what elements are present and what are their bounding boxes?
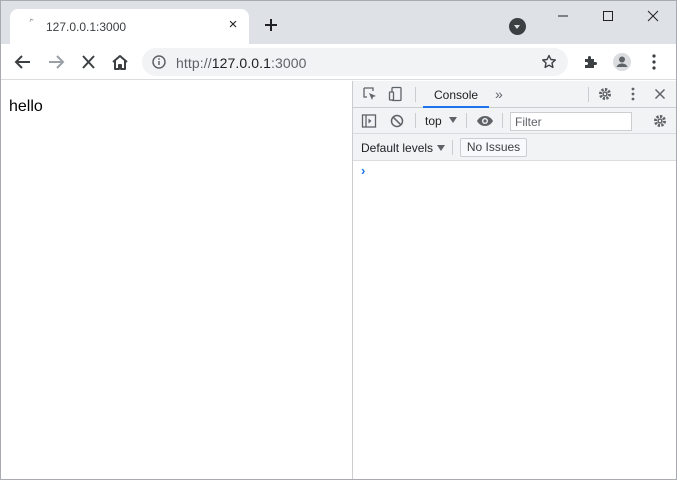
devtools-panel: Console » top Filter Default levels No I…	[352, 81, 676, 479]
extensions-icon[interactable]	[579, 51, 603, 73]
url-host: 127.0.0.1	[211, 55, 272, 71]
menu-kebab-icon[interactable]	[642, 51, 666, 73]
console-filter[interactable]	[510, 112, 632, 131]
divider	[415, 87, 416, 102]
page-viewport: hello	[1, 81, 352, 479]
console-prompt-icon: ›	[361, 163, 366, 178]
console-levels-bar: Default levels No Issues	[353, 134, 676, 161]
window-close-icon[interactable]	[631, 1, 675, 31]
settings-gear-icon[interactable]	[597, 86, 613, 102]
filter-input[interactable]	[511, 113, 629, 130]
stop-loading-icon[interactable]	[76, 51, 100, 73]
url-port: :3000	[271, 55, 307, 71]
bookmark-star-icon[interactable]	[540, 53, 558, 71]
url-scheme: http://	[176, 55, 212, 71]
console-output[interactable]: ›	[353, 161, 676, 479]
back-icon[interactable]	[11, 51, 35, 73]
levels-dropdown-arrow-icon[interactable]	[437, 145, 445, 151]
address-bar[interactable]: http://127.0.0.1:3000	[142, 48, 568, 76]
device-toolbar-icon[interactable]	[388, 86, 404, 102]
live-expression-eye-icon[interactable]	[476, 113, 493, 129]
tab-strip: 127.0.0.1:3000 ×	[1, 1, 676, 44]
maximize-icon[interactable]	[586, 1, 630, 31]
context-select[interactable]: top	[425, 114, 442, 128]
divider	[415, 113, 416, 128]
site-info-icon[interactable]	[152, 55, 166, 69]
tab-active[interactable]: 127.0.0.1:3000 ×	[10, 9, 249, 44]
divider	[466, 113, 467, 128]
home-icon[interactable]	[108, 51, 132, 73]
log-levels-select[interactable]: Default levels	[361, 141, 433, 155]
browser-window: 127.0.0.1:3000 × http://127.0.0.1:3000 h…	[0, 0, 677, 480]
forward-icon[interactable]	[44, 51, 68, 73]
more-tabs-icon[interactable]: »	[495, 86, 503, 102]
tab-close-icon[interactable]: ×	[224, 16, 242, 34]
console-settings-gear-icon[interactable]	[652, 113, 668, 129]
divider	[452, 140, 453, 155]
console-toolbar: top	[353, 108, 676, 134]
tab-title: 127.0.0.1:3000	[46, 20, 127, 34]
customize-kebab-icon[interactable]	[625, 86, 641, 102]
devtools-tab-bar: Console »	[353, 81, 676, 108]
tab-search-icon[interactable]	[509, 18, 526, 35]
loading-favicon-icon	[29, 18, 34, 23]
context-dropdown-arrow-icon[interactable]	[449, 117, 457, 123]
divider	[502, 113, 503, 128]
clear-console-icon[interactable]	[389, 113, 405, 129]
page-body-text: hello	[9, 98, 43, 115]
profile-avatar-icon[interactable]	[610, 51, 634, 73]
close-devtools-icon[interactable]	[652, 86, 668, 102]
show-sidebar-icon[interactable]	[361, 113, 377, 129]
tab-console[interactable]: Console	[423, 81, 489, 108]
tab-console-label: Console	[434, 88, 479, 102]
divider	[588, 87, 589, 102]
browser-toolbar: http://127.0.0.1:3000	[1, 44, 676, 80]
minimize-icon[interactable]	[541, 1, 585, 31]
url-text: http://127.0.0.1:3000	[176, 55, 307, 71]
new-tab-icon[interactable]	[261, 15, 281, 35]
issues-button[interactable]: No Issues	[460, 138, 527, 157]
inspect-element-icon[interactable]	[362, 86, 378, 102]
